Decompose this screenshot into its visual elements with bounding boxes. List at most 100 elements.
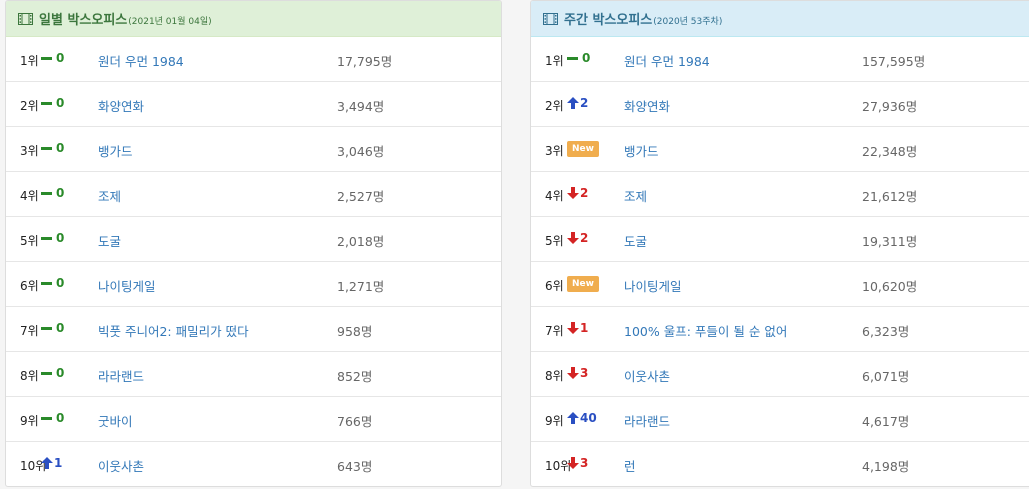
- movie-title-link[interactable]: 나이팅게일: [98, 276, 156, 295]
- movie-title-link[interactable]: 나이팅게일: [624, 276, 682, 295]
- new-badge: New: [567, 141, 599, 157]
- rank-change-value: 0: [56, 231, 65, 245]
- rank-number: 7위: [545, 324, 564, 338]
- rank-row: 2위 2 화양연화 27,936명: [531, 82, 1029, 127]
- dash-icon: [41, 416, 52, 420]
- rank-row: 7위 0 빅풋 주니어2: 패밀리가 떴다 958명: [6, 307, 501, 352]
- movie-title-link[interactable]: 조제: [98, 186, 121, 205]
- audience-count: 6,071명: [862, 369, 910, 384]
- rank-row: 5위 0 도굴 2,018명: [6, 217, 501, 262]
- rank-change-value: 2: [580, 96, 589, 110]
- arrow-up-icon: [41, 457, 53, 469]
- movie-title-link[interactable]: 도굴: [624, 231, 647, 250]
- rank-change-value: 0: [56, 51, 65, 65]
- rank-row: 3위 0 뱅가드 3,046명: [6, 127, 501, 172]
- rank-change-value: 0: [56, 276, 65, 290]
- movie-title-link[interactable]: 100% 울프: 푸들이 될 순 없어: [624, 321, 787, 340]
- arrow-down-icon: [567, 322, 579, 334]
- rank-change: 2: [567, 96, 588, 110]
- rank-change-value: 1: [580, 321, 589, 335]
- rank-number: 9위: [545, 414, 564, 428]
- weekly-rank-list: 1위 0 원더 우먼 1984 157,595명 2위 2 화양연화 27,936명 3위 New…: [531, 37, 1029, 486]
- rank-number: 2위: [20, 99, 39, 113]
- rank-change-value: 3: [580, 366, 589, 380]
- movie-title-link[interactable]: 라라랜드: [98, 366, 144, 385]
- audience-count: 17,795명: [337, 54, 393, 69]
- rank-row: 10위 3 런 4,198명: [531, 442, 1029, 486]
- audience-count: 27,936명: [862, 99, 918, 114]
- audience-count: 6,323명: [862, 324, 910, 339]
- dash-icon: [41, 281, 52, 285]
- rank-row: 5위 2 도굴 19,311명: [531, 217, 1029, 262]
- rank-change: 1: [41, 456, 62, 470]
- rank-number: 4위: [20, 189, 39, 203]
- audience-count: 2,018명: [337, 234, 385, 249]
- rank-change: 3: [567, 456, 588, 470]
- rank-change: 3: [567, 366, 588, 380]
- rank-change: New: [567, 276, 599, 292]
- audience-count: 4,617명: [862, 414, 910, 429]
- audience-count: 10,620명: [862, 279, 918, 294]
- audience-count: 22,348명: [862, 144, 918, 159]
- weekly-boxoffice-panel: 주간 박스오피스 (2020년 53주차) 1위 0 원더 우먼 1984 157,5…: [530, 0, 1029, 487]
- movie-title-link[interactable]: 이웃사촌: [98, 456, 144, 475]
- daily-panel-header: 일별 박스오피스 (2021년 01월 04일): [6, 1, 501, 37]
- movie-title-link[interactable]: 도굴: [98, 231, 121, 250]
- audience-count: 4,198명: [862, 459, 910, 474]
- rank-number: 7위: [20, 324, 39, 338]
- rank-row: 9위 0 굿바이 766명: [6, 397, 501, 442]
- rank-change: New: [567, 141, 599, 157]
- rank-number: 1위: [545, 54, 564, 68]
- movie-title-link[interactable]: 빅풋 주니어2: 패밀리가 떴다: [98, 321, 249, 340]
- rank-change: 0: [41, 231, 64, 245]
- rank-change: 0: [41, 141, 64, 155]
- rank-change: 40: [567, 411, 597, 425]
- rank-change-value: 0: [56, 321, 65, 335]
- audience-count: 852명: [337, 369, 373, 384]
- rank-number: 3위: [20, 144, 39, 158]
- rank-number: 6위: [20, 279, 39, 293]
- audience-count: 157,595명: [862, 54, 926, 69]
- movie-title-link[interactable]: 이웃사촌: [624, 366, 670, 385]
- movie-title-link[interactable]: 런: [624, 456, 636, 475]
- rank-number: 5위: [20, 234, 39, 248]
- arrow-down-icon: [567, 232, 579, 244]
- rank-change-value: 3: [580, 456, 589, 470]
- film-icon: [18, 12, 33, 25]
- audience-count: 3,046명: [337, 144, 385, 159]
- weekly-panel-header: 주간 박스오피스 (2020년 53주차): [531, 1, 1029, 37]
- movie-title-link[interactable]: 조제: [624, 186, 647, 205]
- weekly-panel-title: 주간 박스오피스: [564, 13, 653, 28]
- arrow-down-icon: [567, 187, 579, 199]
- rank-change: 0: [567, 51, 590, 65]
- movie-title-link[interactable]: 라라랜드: [624, 411, 670, 430]
- audience-count: 958명: [337, 324, 373, 339]
- rank-row: 4위 2 조제 21,612명: [531, 172, 1029, 217]
- dash-icon: [41, 326, 52, 330]
- arrow-down-icon: [567, 367, 579, 379]
- rank-change-value: 0: [56, 96, 65, 110]
- rank-change: 0: [41, 366, 64, 380]
- arrow-up-icon: [567, 97, 579, 109]
- movie-title-link[interactable]: 원더 우먼 1984: [624, 51, 710, 70]
- movie-title-link[interactable]: 화양연화: [98, 96, 144, 115]
- dash-icon: [41, 371, 52, 375]
- rank-row: 3위 New 뱅가드 22,348명: [531, 127, 1029, 172]
- rank-change-value: 0: [56, 141, 65, 155]
- rank-change-value: 0: [56, 411, 65, 425]
- weekly-panel-week: (2020년 53주차): [653, 16, 723, 27]
- rank-change-value: 0: [56, 186, 65, 200]
- dash-icon: [41, 56, 52, 60]
- dash-icon: [567, 56, 578, 60]
- movie-title-link[interactable]: 굿바이: [98, 411, 133, 430]
- rank-change-value: 0: [56, 366, 65, 380]
- movie-title-link[interactable]: 뱅가드: [98, 141, 133, 160]
- rank-change-value: 40: [580, 411, 597, 425]
- movie-title-link[interactable]: 원더 우먼 1984: [98, 51, 184, 70]
- rank-row: 1위 0 원더 우먼 1984 17,795명: [6, 37, 501, 82]
- rank-row: 7위 1 100% 울프: 푸들이 될 순 없어 6,323명: [531, 307, 1029, 352]
- audience-count: 3,494명: [337, 99, 385, 114]
- movie-title-link[interactable]: 화양연화: [624, 96, 670, 115]
- movie-title-link[interactable]: 뱅가드: [624, 141, 659, 160]
- rank-number: 8위: [545, 369, 564, 383]
